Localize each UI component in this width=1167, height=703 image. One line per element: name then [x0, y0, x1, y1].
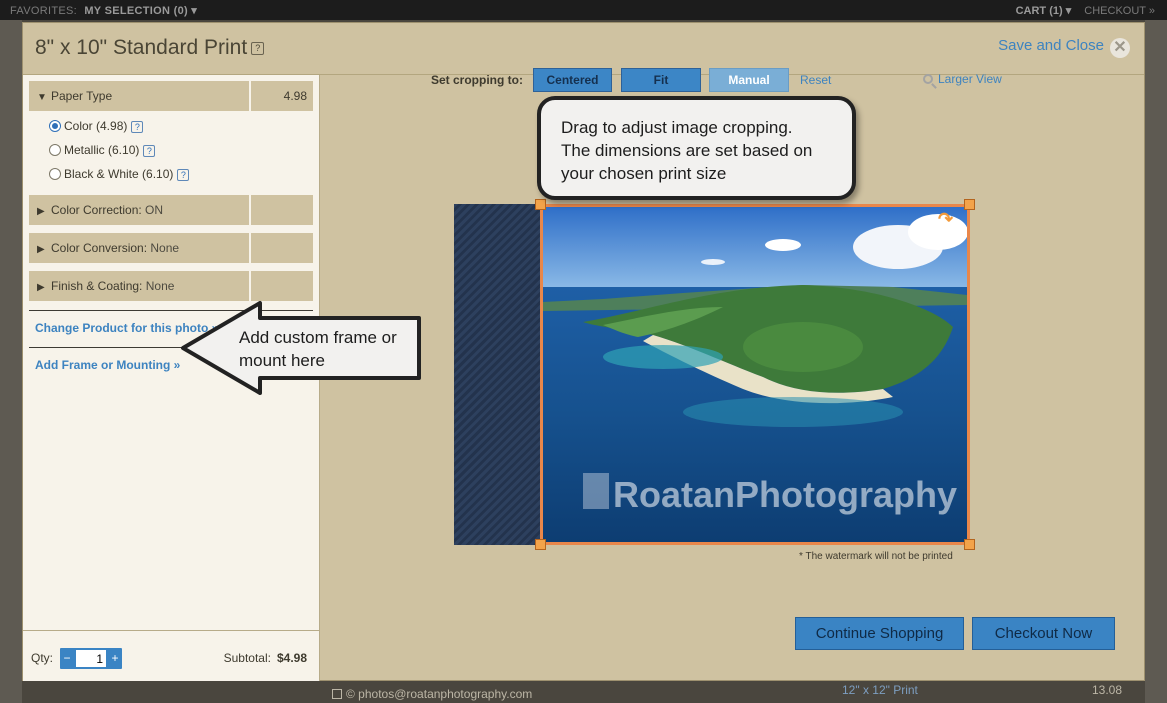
paper-type-label: Paper Type	[51, 89, 113, 103]
checkout-link[interactable]: CHECKOUT »	[1084, 5, 1155, 17]
modal-title-text: 8" x 10" Standard Print	[35, 36, 248, 59]
help-icon[interactable]: ?	[251, 42, 265, 55]
rotate-icon[interactable]: ↷	[938, 209, 953, 230]
crop-preview[interactable]: RoatanPhotography ↷	[454, 199, 975, 550]
color-conversion-value: None	[150, 241, 180, 255]
color-conversion-price	[251, 233, 313, 263]
crop-centered-button[interactable]: Centered	[533, 68, 612, 92]
option-color-correction-name[interactable]: ▶ Color Correction: ON	[29, 195, 249, 225]
finish-coating-label: Finish & Coating:	[51, 279, 143, 293]
paper-choice-metallic[interactable]: Metallic (6.10)?	[49, 143, 156, 157]
callout-line: Drag to adjust image cropping.	[561, 118, 793, 137]
help-icon[interactable]: ?	[131, 121, 144, 133]
crop-handle-bottom-left[interactable]	[535, 539, 546, 550]
finish-coating-value: None	[145, 279, 175, 293]
option-color-correction[interactable]: ▶ Color Correction: ON	[29, 195, 313, 225]
finish-coating-price	[251, 271, 313, 301]
paper-choice-label: Metallic (6.10)	[64, 143, 140, 157]
triangle-right-icon: ▶	[37, 244, 45, 255]
modal-title: 8" x 10" Standard Print?	[35, 36, 265, 60]
triangle-right-icon: ▶	[37, 282, 45, 293]
close-icon[interactable]: ✕	[1110, 38, 1130, 58]
checkout-now-button[interactable]: Checkout Now	[972, 617, 1115, 650]
callout-line: mount here	[239, 351, 325, 370]
radio-color[interactable]	[49, 120, 61, 132]
crop-handle-top-right[interactable]	[964, 199, 975, 210]
crop-reset-link[interactable]: Reset	[800, 73, 831, 87]
color-correction-value: ON	[145, 203, 164, 217]
paper-choice-label: Color (4.98)	[64, 119, 128, 133]
qty-label: Qty:	[31, 651, 54, 665]
cart-label: CART (1) ▾	[1015, 5, 1072, 17]
triangle-right-icon: ▶	[37, 206, 45, 217]
qty-decrement-button[interactable]: −	[60, 648, 74, 669]
save-and-close-label: Save and Close	[998, 37, 1104, 54]
help-icon[interactable]: ?	[143, 145, 156, 157]
crop-handle-bottom-right[interactable]	[964, 539, 975, 550]
larger-view-label: Larger View	[938, 72, 1002, 86]
option-color-conversion[interactable]: ▶ Color Conversion: None	[29, 233, 313, 263]
subtotal-value: $4.98	[276, 651, 307, 665]
island-photo: RoatanPhotography	[543, 207, 967, 542]
background-print-name[interactable]: 12" x 12" Print	[842, 683, 918, 697]
save-and-close-button[interactable]: Save and Close ✕	[998, 37, 1130, 58]
color-conversion-label: Color Conversion:	[51, 241, 148, 255]
paper-choice-label: Black & White (6.10)	[64, 167, 174, 181]
magnifier-icon	[923, 74, 933, 84]
color-correction-label: Color Correction:	[51, 203, 142, 217]
color-correction-price	[251, 195, 313, 225]
cart-link[interactable]: CART (1) ▾	[1016, 5, 1072, 17]
option-paper-type[interactable]: ▼ Paper Type 4.98	[29, 81, 313, 111]
option-color-conversion-name[interactable]: ▶ Color Conversion: None	[29, 233, 249, 263]
site-topbar: FAVORITES: MY SELECTION (0) ▾ CART (1) ▾…	[0, 0, 1167, 20]
watermark-note: * The watermark will not be printed	[799, 551, 953, 562]
favorites-menu[interactable]: FAVORITES: MY SELECTION (0) ▾	[10, 4, 197, 17]
option-finish-coating[interactable]: ▶ Finish & Coating: None	[29, 271, 313, 301]
crop-fit-button[interactable]: Fit	[621, 68, 701, 92]
watermark-text: RoatanPhotography	[613, 474, 957, 515]
crop-manual-button[interactable]: Manual	[709, 68, 789, 92]
quantity-footer: Qty: − + Subtotal: $4.98	[23, 630, 319, 681]
option-finish-coating-name[interactable]: ▶ Finish & Coating: None	[29, 271, 249, 301]
callout-line: The dimensions are set based on	[561, 141, 813, 160]
callout-line: Add custom frame or	[239, 328, 397, 347]
cropped-out-region	[454, 204, 540, 545]
set-cropping-label: Set cropping to:	[431, 73, 523, 87]
qty-input[interactable]	[76, 650, 106, 667]
paper-choice-black-white[interactable]: Black & White (6.10)?	[49, 167, 190, 181]
my-selection-link[interactable]: MY SELECTION (0) ▾	[84, 5, 197, 17]
quantity-stepper[interactable]: − +	[60, 648, 122, 669]
crop-instruction-callout: Drag to adjust image cropping. The dimen…	[537, 96, 856, 200]
subtotal-label: Subtotal:	[223, 651, 271, 665]
background-print-price: 13.08	[1092, 683, 1123, 697]
photo-crop-frame[interactable]: RoatanPhotography	[540, 204, 970, 545]
paper-type-price: 4.98	[251, 81, 313, 111]
continue-shopping-button[interactable]: Continue Shopping	[795, 617, 964, 650]
triangle-down-icon: ▼	[37, 92, 47, 103]
frame-callout-text: Add custom frame or mount here	[239, 326, 397, 372]
subtotal: Subtotal: $4.98	[224, 651, 307, 665]
background-left-strip	[0, 20, 22, 703]
email-icon	[332, 689, 342, 699]
background-footer: © photos@roatanphotography.com 12" x 12"…	[22, 681, 1145, 703]
qty-increment-button[interactable]: +	[108, 648, 122, 669]
radio-black-white[interactable]	[49, 168, 61, 180]
larger-view-link[interactable]: Larger View	[923, 72, 1002, 86]
help-icon[interactable]: ?	[177, 169, 190, 181]
email-contact[interactable]: © photos@roatanphotography.com	[332, 687, 532, 701]
callout-line: your chosen print size	[561, 164, 727, 183]
email-text: © photos@roatanphotography.com	[346, 687, 533, 701]
background-right-strip	[1145, 20, 1167, 703]
option-paper-type-name[interactable]: ▼ Paper Type	[29, 81, 249, 111]
radio-metallic[interactable]	[49, 144, 61, 156]
crop-handle-top-left[interactable]	[535, 199, 546, 210]
paper-choice-color[interactable]: Color (4.98)?	[49, 119, 144, 133]
add-frame-link[interactable]: Add Frame or Mounting »	[35, 358, 180, 372]
favorites-label: FAVORITES:	[10, 5, 77, 17]
